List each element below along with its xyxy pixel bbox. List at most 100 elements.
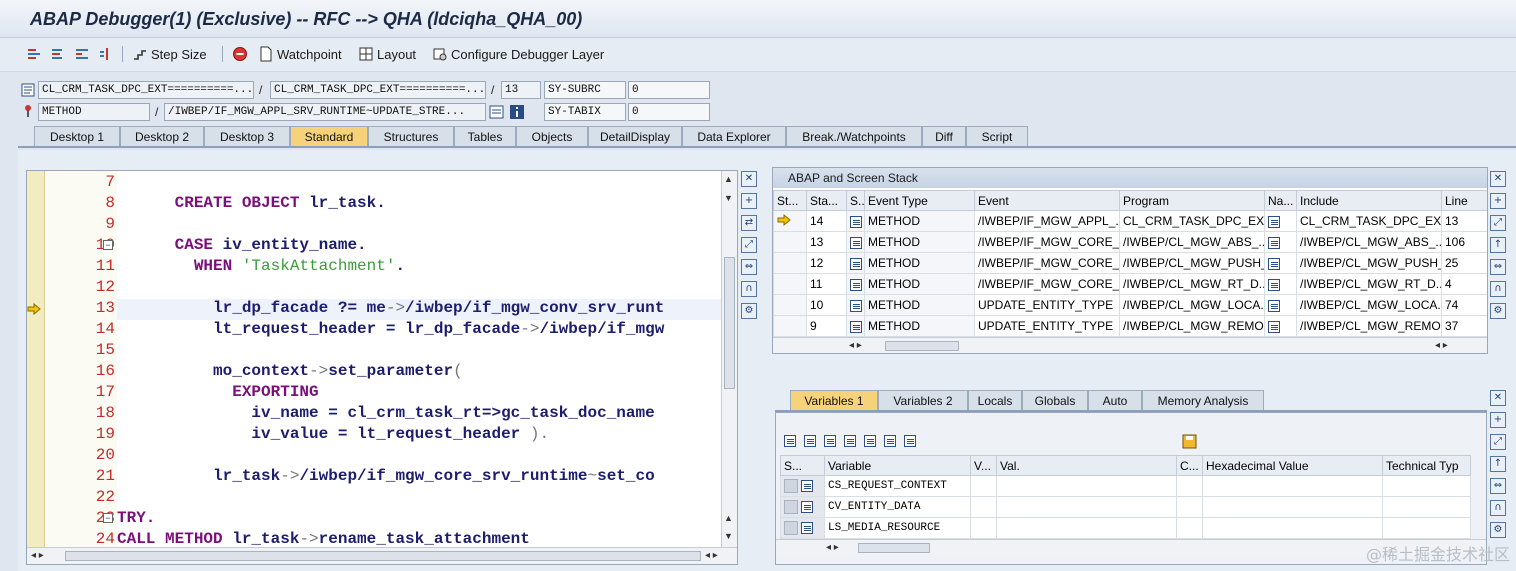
step-size-button[interactable]: Step Size: [132, 44, 207, 64]
stack-row[interactable]: 10 METHOD UPDATE_ENTITY_TYPE/IWBEP/CL_MGW_…: [773, 294, 1487, 316]
breakpoint-gutter[interactable]: [27, 171, 45, 549]
variable-row[interactable]: LS_MEDIA_RESOURCE: [780, 517, 1471, 539]
tab-break-watchpoints[interactable]: Break./Watchpoints: [786, 126, 922, 146]
variables-column-header[interactable]: V...: [970, 455, 997, 476]
new-tool-icon[interactable]: +: [741, 193, 757, 209]
tab-variables-2[interactable]: Variables 2: [878, 390, 968, 410]
variables-column-header[interactable]: Technical Typ: [1382, 455, 1471, 476]
delete-row-icon[interactable]: [844, 435, 856, 447]
tab-desktop-1[interactable]: Desktop 1: [34, 126, 120, 146]
tab-script[interactable]: Script: [966, 126, 1028, 146]
stack-column-header[interactable]: Include: [1296, 190, 1442, 211]
stack-row[interactable]: 11 METHOD/IWBEP/IF_MGW_CORE_.../IWBEP/CL_…: [773, 273, 1487, 295]
execute-step-button[interactable]: [50, 44, 66, 64]
services-icon[interactable]: ∩: [741, 281, 757, 297]
class-field[interactable]: CL_CRM_TASK_DPC_EXT==========...: [38, 81, 254, 99]
stack-row[interactable]: 9 METHOD UPDATE_ENTITY_TYPE/IWBEP/CL_MGW_R…: [773, 315, 1487, 337]
single-step-button[interactable]: [26, 44, 42, 64]
sysfield-2-value[interactable]: 0: [628, 103, 710, 121]
swap-icon[interactable]: ⇔: [741, 259, 757, 275]
vars-up-icon[interactable]: ↑: [1490, 456, 1506, 472]
stack-row[interactable]: 12 METHOD/IWBEP/IF_MGW_CORE_.../IWBEP/CL_…: [773, 252, 1487, 274]
tab-variables-1[interactable]: Variables 1: [790, 390, 878, 410]
variable-row[interactable]: CS_REQUEST_CONTEXT: [780, 475, 1471, 497]
code-line[interactable]: [117, 215, 723, 236]
tab-diff[interactable]: Diff: [922, 126, 966, 146]
stack-maximize-icon[interactable]: ⤢: [1490, 215, 1506, 231]
tab-data-explorer[interactable]: Data Explorer: [682, 126, 786, 146]
code-line[interactable]: CREATE OBJECT lr_task.: [117, 194, 723, 215]
type-field[interactable]: METHOD: [38, 103, 150, 121]
sysfield-1-name[interactable]: SY-SUBRC: [544, 81, 626, 99]
vars-new-tool-icon[interactable]: +: [1490, 412, 1506, 428]
code-line[interactable]: iv_name = cl_crm_task_rt=>gc_task_doc_na…: [117, 404, 723, 425]
tab-memory-analysis[interactable]: Memory Analysis: [1142, 390, 1264, 410]
delete-icon[interactable]: [784, 435, 796, 447]
code-area[interactable]: CREATE OBJECT lr_task. CASE iv_entity_na…: [117, 171, 723, 549]
code-line[interactable]: TRY.: [117, 509, 723, 530]
tab-tables[interactable]: Tables: [454, 126, 516, 146]
tab-locals[interactable]: Locals: [968, 390, 1022, 410]
vars-services-icon[interactable]: ∩: [1490, 500, 1506, 516]
save-icon[interactable]: [1182, 434, 1197, 449]
code-line[interactable]: CASE iv_entity_name.: [117, 236, 723, 257]
variables-column-header[interactable]: C...: [1176, 455, 1203, 476]
tab-globals[interactable]: Globals: [1022, 390, 1088, 410]
stack-column-header[interactable]: Na...: [1264, 190, 1297, 211]
insert-row-icon[interactable]: [804, 435, 816, 447]
variable-cell[interactable]: CS_REQUEST_CONTEXT: [824, 475, 971, 497]
code-line[interactable]: WHEN 'TaskAttachment'.: [117, 257, 723, 278]
watchpoint-button[interactable]: Watchpoint: [258, 44, 342, 64]
source-code-editor[interactable]: 78910−11121314151617181920212223−24 CREA…: [26, 170, 738, 565]
editor-vertical-scrollbar[interactable]: ▲ ▼ ▲ ▼: [721, 171, 737, 549]
tab-desktop-3[interactable]: Desktop 3: [204, 126, 290, 146]
method-field[interactable]: /IWBEP/IF_MGW_APPL_SRV_RUNTIME~UPDATE_ST…: [164, 103, 486, 121]
stop-button[interactable]: [232, 44, 248, 64]
include-field[interactable]: CL_CRM_TASK_DPC_EXT==========...: [270, 81, 486, 99]
code-line[interactable]: mo_context->set_parameter(: [117, 362, 723, 383]
append-row-icon[interactable]: [824, 435, 836, 447]
stack-settings-icon[interactable]: ⚙: [1490, 303, 1506, 319]
close-icon[interactable]: ✕: [741, 171, 757, 187]
stack-column-header[interactable]: S...: [846, 190, 865, 211]
code-line[interactable]: iv_value = lt_request_header ).: [117, 425, 723, 446]
configure-layer-button[interactable]: Configure Debugger Layer: [432, 44, 604, 64]
tab-auto[interactable]: Auto: [1088, 390, 1142, 410]
tab-objects[interactable]: Objects: [516, 126, 588, 146]
tab-detaildisplay[interactable]: DetailDisplay: [588, 126, 682, 146]
replace-tool-icon[interactable]: ⇄: [741, 215, 757, 231]
variables-column-header[interactable]: Hexadecimal Value: [1202, 455, 1383, 476]
tab-structures[interactable]: Structures: [368, 126, 454, 146]
info-icon[interactable]: [509, 104, 525, 120]
stack-row[interactable]: 14 METHOD/IWBEP/IF_MGW_APPL_... CL_CRM_TAS…: [773, 210, 1487, 232]
stack-column-header[interactable]: Sta...: [806, 190, 847, 211]
stack-row[interactable]: 13 METHOD/IWBEP/IF_MGW_CORE_.../IWBEP/CL_…: [773, 231, 1487, 253]
variables-column-header[interactable]: S...: [780, 455, 825, 476]
variable-cell[interactable]: LS_MEDIA_RESOURCE: [824, 517, 971, 539]
code-line[interactable]: [117, 446, 723, 467]
stack-column-header[interactable]: Event Type: [864, 190, 975, 211]
maximize-icon[interactable]: ⤢: [741, 237, 757, 253]
stack-horizontal-scrollbar[interactable]: ◂ ▸ ◂ ▸: [773, 337, 1487, 353]
continue-button[interactable]: [98, 44, 114, 64]
return-button[interactable]: [74, 44, 90, 64]
stack-column-header[interactable]: Event: [974, 190, 1120, 211]
code-line[interactable]: [117, 173, 723, 194]
vars-settings-icon[interactable]: ⚙: [1490, 522, 1506, 538]
stack-services-icon[interactable]: ∩: [1490, 281, 1506, 297]
hierarchy-icon[interactable]: [864, 435, 876, 447]
stack-new-tool-icon[interactable]: +: [1490, 193, 1506, 209]
stack-up-icon[interactable]: ↑: [1490, 237, 1506, 253]
fold-toggle-icon[interactable]: −: [103, 240, 113, 250]
folder-icon[interactable]: [904, 435, 916, 447]
editor-horizontal-scrollbar[interactable]: ◂ ▸ ◂ ▸: [27, 547, 737, 564]
settings-icon[interactable]: ⚙: [741, 303, 757, 319]
code-line[interactable]: lr_dp_facade ?= me->/iwbep/if_mgw_conv_s…: [117, 299, 723, 320]
display-method-icon[interactable]: [489, 104, 505, 120]
stack-close-icon[interactable]: ✕: [1490, 171, 1506, 187]
vars-close-icon[interactable]: ✕: [1490, 390, 1506, 406]
stack-column-header[interactable]: Line: [1441, 190, 1487, 211]
variables-column-header[interactable]: Variable: [824, 455, 971, 476]
variable-cell[interactable]: CV_ENTITY_DATA: [824, 496, 971, 518]
stack-column-header[interactable]: St...: [773, 190, 807, 211]
